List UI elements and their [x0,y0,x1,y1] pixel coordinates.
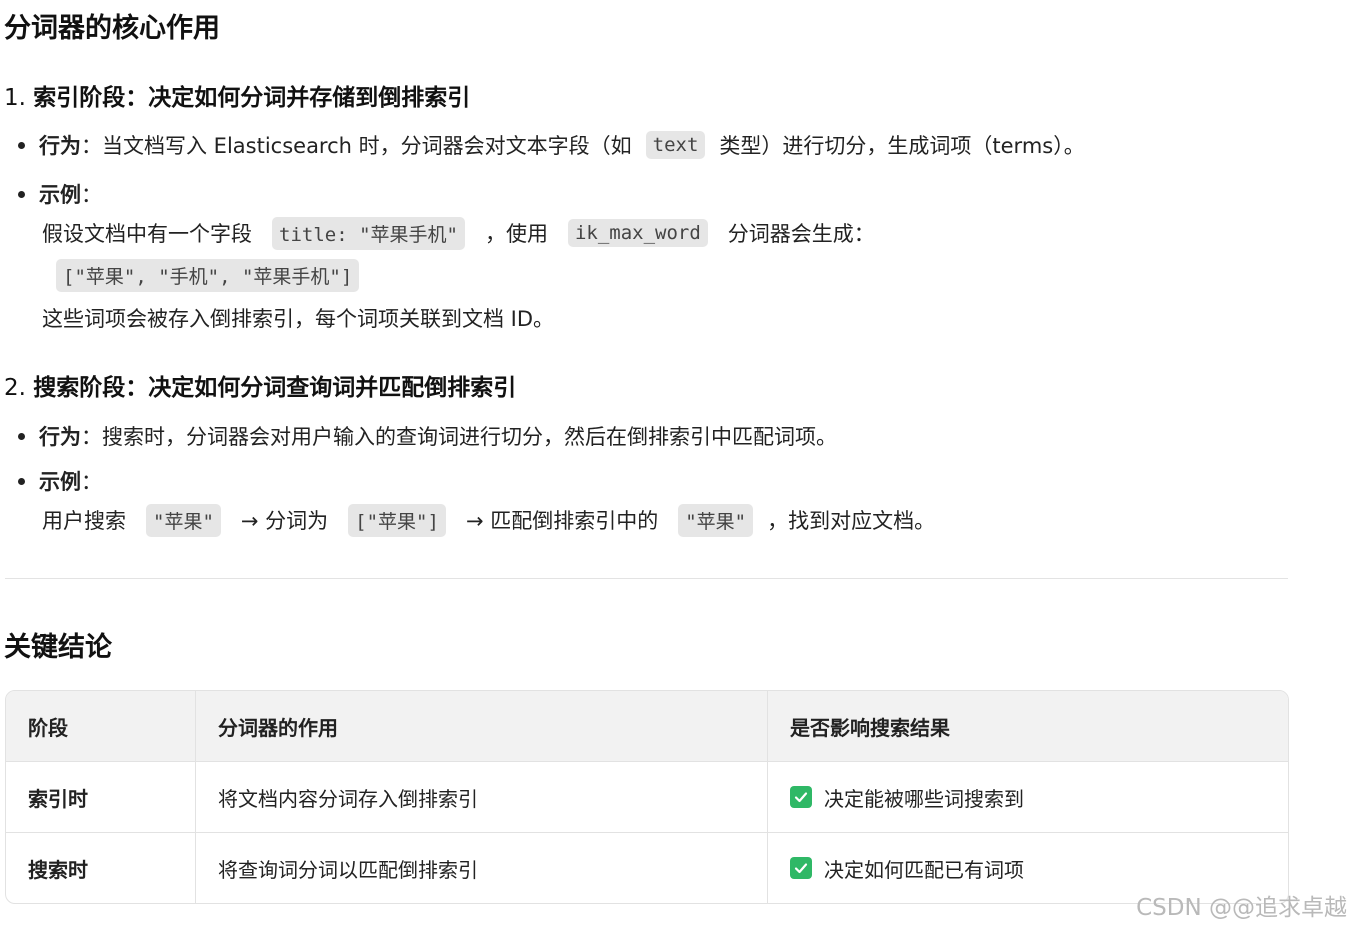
colon: ： [81,470,102,494]
page-title: 分词器的核心作用 [4,13,220,44]
sec1-behavior-item: 行为： 当文档写入 Elasticsearch 时，分词器会对文本字段（如 te… [18,128,1085,162]
sec1-example-item: 示例： [18,177,102,211]
sec2-behavior-item: 行为： 搜索时，分词器会对用户输入的查询词进行切分，然后在倒排索引中匹配词项。 [18,419,837,453]
example-text-post: 分词器会生成： [727,222,875,246]
row-stage-cell: 搜索时 [6,833,196,903]
sec1-example-tail: 这些词项会被存入倒排索引，每个词项关联到文档 ID。 [42,307,555,331]
sec2-example-item: 示例： [18,464,102,498]
inline-code-title: title: "苹果手机" [272,216,465,250]
behavior-label: 行为 [39,134,81,158]
table-row: 索引时 将文档内容分词存入倒排索引 决定能被哪些词搜索到 [6,761,1288,832]
example-text-post: ，找到对应文档。 [767,509,936,533]
inline-code-query: "苹果" [146,503,221,537]
inline-code-term: "苹果" [678,503,754,537]
impact-text: 决定如何匹配已有词项 [824,857,1024,882]
check-box-icon [790,857,812,879]
table-header-row: 阶段 分词器的作用 是否影响搜索结果 [6,691,1288,761]
behavior-text-tail: 类型）进行切分，生成词项（terms）。 [719,134,1085,158]
colon: ： [81,183,102,207]
section-2-heading: 2. 搜索阶段：决定如何分词查询词并匹配倒排索引 [4,375,517,401]
conclusion-title: 关键结论 [4,632,112,663]
sec1-example-line: 假设文档中有一个字段 title: "苹果手机" ，使用 ik_max_word… [42,215,875,251]
inline-code-text: text [645,131,706,159]
conclusion-table: 阶段 分词器的作用 是否影响搜索结果 索引时 将文档内容分词存入倒排索引 决定能… [5,690,1289,904]
table-row: 搜索时 将查询词分词以匹配倒排索引 决定如何匹配已有词项 [6,832,1288,903]
behavior-text: 搜索时，分词器会对用户输入的查询词进行切分，然后在倒排索引中匹配词项。 [102,425,837,449]
impact-text: 决定能被哪些词搜索到 [824,786,1024,811]
section-divider [5,578,1288,579]
sec1-tokens-line: ["苹果", "手机", "苹果手机"] [56,259,360,292]
bullet-dot [18,190,25,198]
header-cell-role: 分词器的作用 [196,691,768,761]
row-role-cell: 将查询词分词以匹配倒排索引 [196,833,768,903]
example-label: 示例 [39,470,81,494]
bullet-dot [18,477,25,485]
row-stage-cell: 索引时 [6,762,196,832]
row-role-cell: 将文档内容分词存入倒排索引 [196,762,768,832]
header-cell-impact: 是否影响搜索结果 [790,715,950,740]
example-label: 示例 [39,183,81,207]
example-text-mid1: → 分词为 [240,509,329,533]
inline-code-analyzer: ik_max_word [567,219,708,247]
bullet-dot [18,432,25,440]
example-text-mid: ，使用 [484,222,548,246]
header-cell-stage: 阶段 [6,691,196,761]
watermark: CSDN @@追求卓越 [1136,895,1347,921]
behavior-text: 当文档写入 Elasticsearch 时，分词器会对文本字段（如 [102,134,632,158]
row-impact-cell: 决定能被哪些词搜索到 [768,762,1288,832]
section-1-heading: 1. 索引阶段：决定如何分词并存储到倒排索引 [4,85,471,111]
colon: ： [81,425,102,449]
check-box-icon [790,786,812,808]
bullet-dot [18,141,25,149]
colon: ： [81,134,102,158]
inline-code-tokens: ["苹果", "手机", "苹果手机"] [56,259,360,292]
example-text-mid2: → 匹配倒排索引中的 [465,509,659,533]
sec2-example-line: 用户搜索 "苹果" → 分词为 ["苹果"] → 匹配倒排索引中的 "苹果" ，… [42,502,935,538]
behavior-label: 行为 [39,425,81,449]
example-text: 用户搜索 [42,509,126,533]
example-text: 假设文档中有一个字段 [42,222,252,246]
inline-code-tokens: ["苹果"] [348,503,446,537]
